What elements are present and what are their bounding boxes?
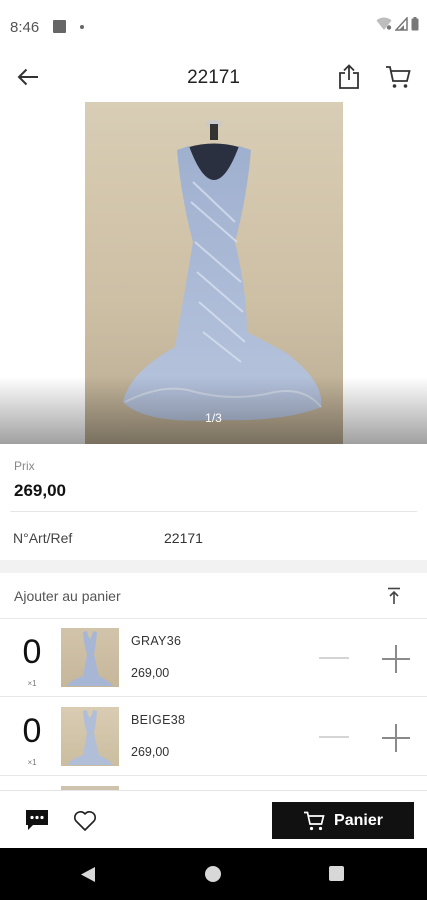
variant-row: 0 ×1 BEIGE38 269,00 xyxy=(0,698,427,776)
panier-button[interactable]: Panier xyxy=(272,802,414,839)
decrease-button[interactable] xyxy=(316,722,352,752)
plus-icon xyxy=(382,645,410,673)
media-icon xyxy=(53,20,66,33)
ref-label: N°Art/Ref xyxy=(13,530,73,546)
variant-price: 269,00 xyxy=(131,745,170,759)
gallery-shade xyxy=(85,376,343,444)
heart-icon xyxy=(74,811,96,831)
product-gallery[interactable]: 1/3 xyxy=(0,102,427,444)
price-label: Prix xyxy=(14,459,35,473)
bottom-action-bar: Panier xyxy=(0,790,427,848)
chat-icon xyxy=(26,810,48,830)
gallery-pager: 1/3 xyxy=(205,411,222,425)
quantity-value: 0 xyxy=(22,712,42,750)
product-info-card: Prix 269,00 N°Art/Ref 22171 xyxy=(0,444,427,560)
increase-button[interactable] xyxy=(378,720,414,756)
signal-icon xyxy=(395,17,408,31)
dress-thumbnail xyxy=(67,631,113,686)
dot-icon xyxy=(80,25,84,29)
status-bar: 8:46 xyxy=(0,0,427,52)
nav-home-icon[interactable] xyxy=(205,866,221,882)
quantity-step: ×1 xyxy=(27,679,37,688)
share-icon xyxy=(339,64,359,89)
favorite-button[interactable] xyxy=(72,808,98,834)
status-time: 8:46 xyxy=(10,19,40,36)
variant-price: 269,00 xyxy=(131,666,170,680)
cart-icon xyxy=(304,811,325,830)
dress-thumbnail xyxy=(67,710,113,765)
cart-button[interactable] xyxy=(382,62,414,92)
status-icons xyxy=(376,17,419,31)
collapse-button[interactable] xyxy=(384,586,404,606)
product-image[interactable] xyxy=(85,102,343,444)
cart-icon xyxy=(386,66,411,88)
add-to-cart-header: Ajouter au panier xyxy=(0,573,427,619)
system-navigation-bar xyxy=(0,848,427,900)
divider xyxy=(10,511,417,512)
quantity-value: 0 xyxy=(22,633,42,671)
quantity-step: ×1 xyxy=(27,758,37,767)
collapse-up-icon xyxy=(388,587,400,604)
battery-icon xyxy=(411,17,419,31)
minus-icon xyxy=(319,657,349,659)
wifi-icon xyxy=(376,17,392,30)
nav-recents-icon[interactable] xyxy=(329,866,344,881)
share-button[interactable] xyxy=(334,62,364,92)
nav-back-icon[interactable] xyxy=(80,866,96,883)
variant-thumbnail[interactable] xyxy=(61,707,119,766)
minus-icon xyxy=(319,736,349,738)
variant-row: 0 ×1 GRAY36 269,00 xyxy=(0,619,427,697)
add-to-cart-section: Ajouter au panier 0 ×1 GRAY36 269,00 0 ×… xyxy=(0,573,427,790)
variant-name: BEIGE38 xyxy=(131,713,186,727)
app-bar: 22171 xyxy=(0,52,427,102)
add-to-cart-label: Ajouter au panier xyxy=(14,588,121,604)
price-value: 269,00 xyxy=(14,481,66,500)
variant-thumbnail[interactable] xyxy=(61,628,119,687)
plus-icon xyxy=(382,724,410,752)
decrease-button[interactable] xyxy=(316,643,352,673)
increase-button[interactable] xyxy=(378,641,414,677)
variant-name: GRAY36 xyxy=(131,634,182,648)
panier-label: Panier xyxy=(334,811,383,829)
chat-button[interactable] xyxy=(24,808,50,832)
ref-value: 22171 xyxy=(164,530,203,546)
